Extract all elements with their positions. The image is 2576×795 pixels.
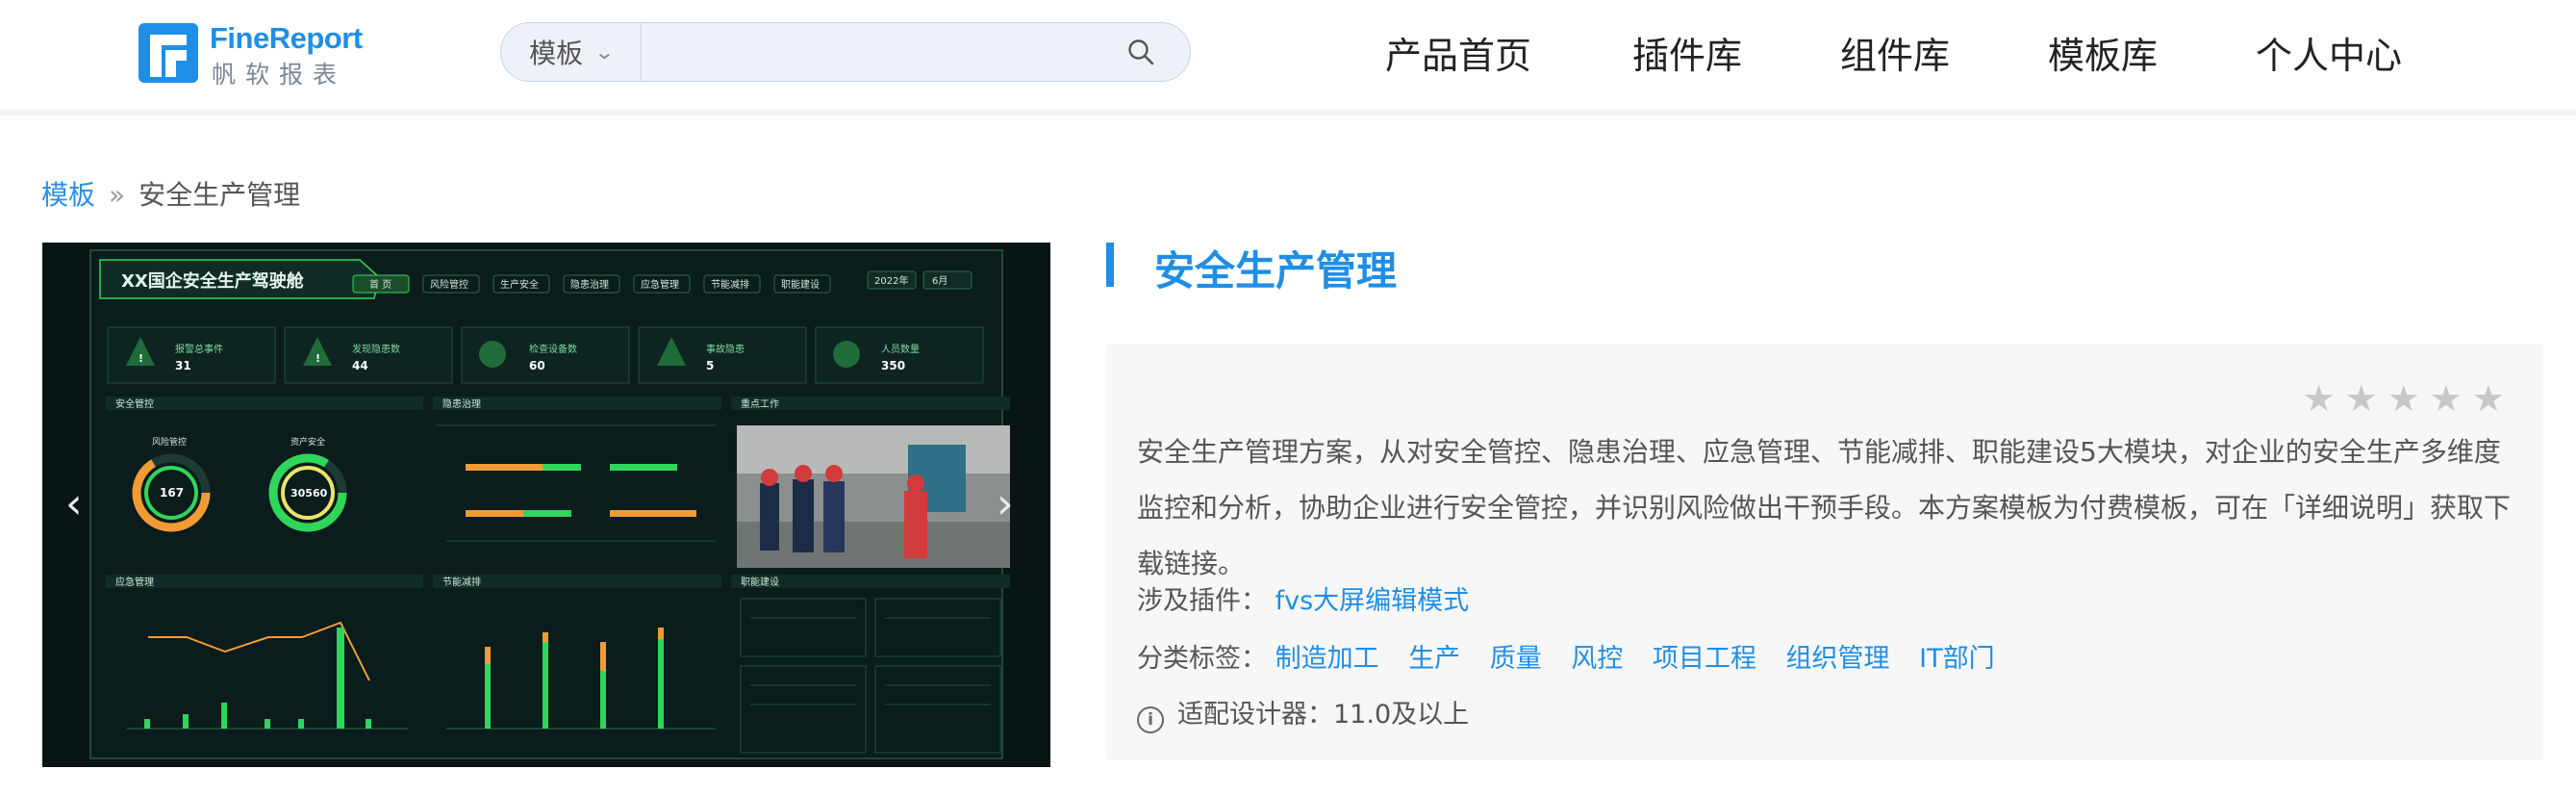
kpi-label: 人员数量 [881, 343, 920, 355]
nav-component-store[interactable]: 组件库 [1840, 27, 1950, 85]
search-icon[interactable] [1126, 38, 1155, 66]
nav-product-home[interactable]: 产品首页 [1385, 27, 1531, 85]
dashboard-month: 6月 [932, 275, 947, 287]
finereport-logo-icon [139, 23, 198, 83]
kpi-label: 发现隐患数 [352, 343, 400, 355]
kpi-value: 350 [881, 359, 905, 372]
search-category-label: 模板 [529, 38, 584, 69]
svg-text:隐患治理: 隐患治理 [442, 398, 481, 410]
tag-link[interactable]: 风控 [1571, 644, 1623, 674]
svg-text:!: ! [316, 352, 320, 365]
dashboard-tab: 隐患治理 [570, 278, 609, 291]
star-icon[interactable]: ★ [2387, 380, 2420, 417]
finereport-logo[interactable]: FineReport 帆软报表 [137, 19, 367, 89]
kpi-value: 5 [706, 359, 714, 372]
info-icon: i [1137, 706, 1164, 733]
search-input[interactable] [651, 31, 1098, 75]
tag-link[interactable]: 质量 [1490, 644, 1542, 674]
tags-row: 分类标签： 制造加工 生产 质量 风控 项目工程 组织管理 IT部门 [1137, 637, 2016, 675]
star-icon[interactable]: ★ [2430, 380, 2462, 417]
breadcrumb-current: 安全生产管理 [139, 179, 301, 211]
title-accent-bar [1106, 243, 1114, 287]
svg-text:职能建设: 职能建设 [741, 576, 779, 588]
logo-text-en: FineReport [210, 21, 363, 55]
dashboard-tab: 首 页 [369, 278, 391, 291]
breadcrumb: 模板 » 安全生产管理 [41, 176, 300, 215]
star-icon[interactable]: ★ [2303, 380, 2336, 417]
star-icon[interactable]: ★ [2345, 380, 2378, 417]
chevron-down-icon: ⌄ [593, 40, 616, 64]
search-bar: 模板 ⌄ [500, 22, 1191, 82]
svg-text:30560: 30560 [290, 487, 328, 500]
designer-version: 适配设计器：11.0及以上 [1177, 700, 1470, 730]
dashboard-tab: 风险管控 [430, 278, 468, 291]
kpi-label: 检查设备数 [529, 343, 577, 355]
svg-text:重点工作: 重点工作 [741, 398, 779, 410]
tag-link[interactable]: 制造加工 [1275, 644, 1379, 674]
template-description: 安全生产管理方案，从对安全管控、隐患治理、应急管理、节能减排、职能建设5大模块，… [1137, 436, 2512, 579]
kpi-label: 事故隐患 [706, 343, 745, 355]
star-icon[interactable]: ★ [2472, 380, 2505, 417]
svg-text:应急管理: 应急管理 [115, 576, 154, 588]
kpi-value: 44 [352, 359, 368, 372]
breadcrumb-template-link[interactable]: 模板 [41, 179, 95, 211]
top-header: FineReport 帆软报表 模板 ⌄ 产品首页 插件库 组件库 模板库 个人… [0, 0, 2576, 110]
kpi-label: 报警总事件 [175, 343, 223, 355]
svg-text:风险管控: 风险管控 [152, 436, 187, 448]
template-preview-carousel[interactable]: XX国企安全生产驾驶舱 首 页 风险管控 生产安全 隐患治理 应急管理 节能减排… [42, 243, 1050, 767]
logo-text-cn: 帆软报表 [212, 61, 347, 89]
tag-link[interactable]: 生产 [1408, 644, 1460, 674]
dashboard-tab: 应急管理 [641, 278, 679, 291]
breadcrumb-separator: » [109, 179, 126, 211]
kpi-value: 31 [175, 359, 191, 372]
template-detail-panel: ★ ★ ★ ★ ★ 安全生产管理方案，从对安全管控、隐患治理、应急管理、节能减排… [1106, 344, 2543, 760]
svg-text:!: ! [139, 352, 143, 365]
rating-stars[interactable]: ★ ★ ★ ★ ★ [2303, 380, 2505, 417]
dashboard-photo [737, 425, 1010, 568]
plugin-label: 涉及插件： [1137, 586, 1267, 616]
dashboard-tab: 节能减排 [711, 278, 749, 291]
header-divider [0, 110, 2576, 115]
tag-link[interactable]: 组织管理 [1786, 644, 1890, 674]
tag-link[interactable]: 项目工程 [1653, 644, 1756, 674]
svg-text:资产安全: 资产安全 [290, 436, 325, 448]
tags-label: 分类标签： [1137, 644, 1267, 674]
dashboard-preview-image: XX国企安全生产驾驶舱 首 页 风险管控 生产安全 隐患治理 应急管理 节能减排… [42, 243, 1050, 767]
carousel-next-arrow[interactable]: › [997, 483, 1014, 526]
nav-template-store[interactable]: 模板库 [2048, 27, 2158, 85]
carousel-prev-arrow[interactable]: ‹ [65, 483, 83, 526]
nav-plugin-store[interactable]: 插件库 [1632, 27, 1742, 85]
dashboard-year: 2022年 [874, 274, 908, 287]
svg-text:安全管控: 安全管控 [115, 398, 154, 410]
dashboard-kpi-row: ! 报警总事件 31 ! 发现隐患数 44 检查设备数 60 事故隐患 5 人员… [107, 326, 984, 384]
template-title: 安全生产管理 [1154, 247, 1398, 295]
search-category-dropdown[interactable]: 模板 ⌄ [501, 23, 642, 81]
svg-text:节能减排: 节能减排 [442, 576, 481, 588]
dashboard-tab: 职能建设 [781, 278, 820, 291]
dashboard-title: XX国企安全生产驾驶舱 [121, 270, 305, 292]
svg-text:167: 167 [160, 486, 184, 500]
nav-personal-center[interactable]: 个人中心 [2256, 27, 2402, 85]
kpi-value: 60 [529, 359, 545, 372]
designer-row: i 适配设计器：11.0及以上 [1137, 693, 1469, 733]
dashboard-tab: 生产安全 [500, 278, 539, 291]
plugin-row: 涉及插件： fvs大屏编辑模式 [1137, 579, 1469, 617]
tag-link[interactable]: IT部门 [1919, 644, 1994, 674]
plugin-link[interactable]: fvs大屏编辑模式 [1275, 586, 1470, 616]
